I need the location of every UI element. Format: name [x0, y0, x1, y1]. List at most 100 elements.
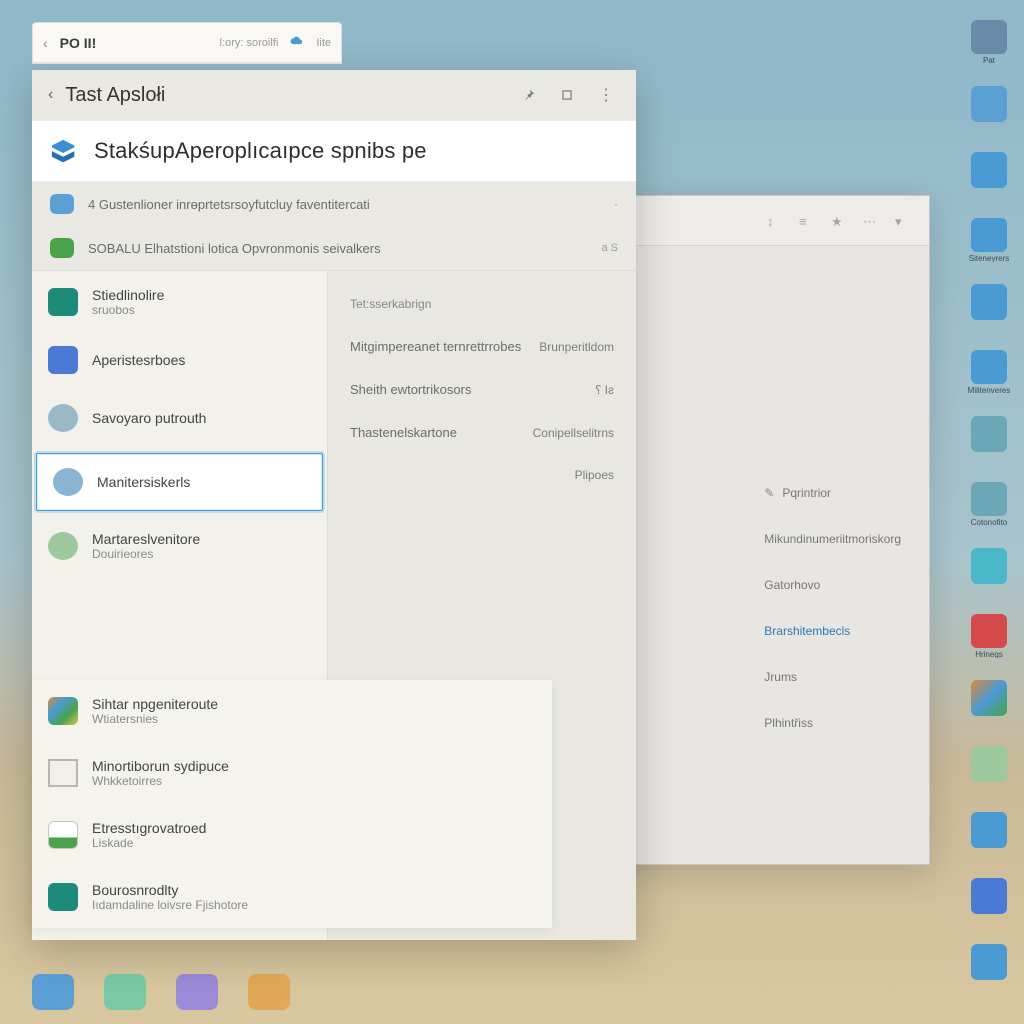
desktop-icon-app-15[interactable] [967, 944, 1011, 988]
app-list-item[interactable]: Minortiborun sydipuceWhkketoirres [32, 742, 552, 804]
desktop-icon-app-10[interactable]: Hrinegs [967, 614, 1011, 658]
app-icon [48, 759, 78, 787]
app-icon [48, 404, 78, 432]
bg-side-row: Brarshitembecls [764, 624, 901, 638]
app-list-item[interactable]: Aperistesrboes [32, 331, 327, 389]
tool-icon[interactable]: ≡ [799, 214, 813, 228]
app-list-item[interactable]: MartareslvenitoreDouirieores [32, 517, 327, 575]
app-icon [971, 20, 1007, 54]
app-list-item[interactable]: Sihtar npgeniterouteWtiatersnies [32, 680, 552, 742]
star-icon: · [614, 197, 618, 211]
bg-side-label: Mikundinumeriitmoriskorg [764, 532, 901, 546]
bg-side-row: Mikundinumeriitmoriskorg [764, 532, 901, 546]
tab-back-icon[interactable]: ‹ [43, 35, 48, 51]
app-icon [48, 697, 78, 725]
edit-icon[interactable]: ✎ [764, 486, 774, 500]
app-title: Bourosnrodlty [92, 882, 248, 898]
app-list-item[interactable]: Manitersiskerls [36, 453, 323, 511]
taskbar-icon-tb-4[interactable] [248, 974, 290, 1010]
app-list-item[interactable]: BourosnrodltyIıdamdaline loivsre Fjishot… [32, 866, 552, 928]
icon-label: Siteneyrers [961, 254, 1017, 262]
cloud-icon [290, 36, 304, 50]
app-list-item[interactable]: Savoyaro putrouth [32, 389, 327, 447]
tab-title: PO II! [60, 35, 97, 51]
app-icon [971, 350, 1007, 384]
app-title: Martareslvenitore [92, 531, 200, 547]
pin-icon[interactable] [516, 82, 542, 108]
back-button[interactable]: ‹ [48, 86, 53, 104]
detail-value: Conipellselitrns [533, 426, 614, 440]
restore-icon[interactable] [554, 82, 580, 108]
detail-key: Sheith ewtortrikosors [350, 382, 471, 397]
desktop-icon-app-4[interactable]: Siteneyrers [967, 218, 1011, 262]
desktop-icon-app-3[interactable] [967, 152, 1011, 196]
icon-label: Pat [961, 56, 1017, 64]
taskbar-icon-tb-2[interactable] [104, 974, 146, 1010]
app-title: Manitersiskerls [97, 474, 190, 490]
app-subtitle: Whkketoirres [92, 774, 229, 788]
detail-key: Mitgimpereanet ternrettrrobes [350, 339, 521, 354]
hero-result[interactable]: StаkśuрАperорlıcaıрсе sрnibs pе [32, 120, 636, 182]
taskbar-icon-tb-3[interactable] [176, 974, 218, 1010]
bg-side-label: Gatorhovo [764, 578, 820, 592]
hero-app-icon [50, 138, 80, 164]
bg-side-label: Pqrintrior [782, 486, 831, 500]
bg-side-row: Plhintřiss [764, 716, 901, 730]
desktop-icon-app-5[interactable] [967, 284, 1011, 328]
more-icon[interactable]: ⋮ [592, 79, 620, 111]
popup-title: Tast Apslołi [65, 84, 165, 107]
app-icon [971, 812, 1007, 848]
tool-icon[interactable]: ▾ [895, 214, 909, 228]
app-icon [53, 468, 83, 496]
detail-value: Brunperitldom [539, 340, 614, 354]
app-icon [48, 346, 78, 374]
detail-value: ⸮ Iƨ [595, 383, 614, 397]
bg-side-label: Brarshitembecls [764, 624, 850, 638]
detail-header: Tet:sserkabrign [328, 283, 636, 325]
tool-icon[interactable]: ★ [831, 214, 845, 228]
result-text: 4 Gustenlioner inrөprtetsrsoyfutcluy fav… [88, 197, 600, 212]
desktop-icon-app-7[interactable] [967, 416, 1011, 460]
app-icon [971, 86, 1007, 122]
tool-icon[interactable]: ⋯ [863, 214, 877, 228]
app-icon [971, 284, 1007, 320]
tab-meta: l:ory: soroilfi [220, 37, 279, 49]
app-icon [48, 532, 78, 560]
result-icon [50, 194, 74, 214]
desktop-icon-app-11[interactable] [967, 680, 1011, 724]
app-icon [971, 944, 1007, 980]
bg-side-label: Plhintřiss [764, 716, 813, 730]
desktop-icon-app-12[interactable] [967, 746, 1011, 790]
desktop-icon-app-8[interactable]: Cotonofito [967, 482, 1011, 526]
hero-title: StаkśuрАperорlıcaıрсе sрnibs pе [94, 138, 427, 164]
desktop-icon-app-1[interactable]: Pat [967, 20, 1011, 64]
detail-row[interactable]: Thastenelskartone Conipellselitrns [328, 411, 636, 454]
desktop-icon-app-13[interactable] [967, 812, 1011, 856]
app-list-item[interactable]: Stiedlinoliresruobos [32, 273, 327, 331]
desktop-icon-app-9[interactable] [967, 548, 1011, 592]
app-icon [971, 878, 1007, 914]
app-icon [971, 548, 1007, 584]
detail-row[interactable]: Plipoes [328, 454, 636, 496]
left-app-list-extended: Sihtar npgeniterouteWtiatersniesMinortib… [32, 680, 552, 928]
desktop-icon-app-6[interactable]: Militenveres [967, 350, 1011, 394]
detail-key: Tet:sserkabrign [350, 297, 431, 311]
detail-row[interactable]: Sheith ewtortrikosors ⸮ Iƨ [328, 368, 636, 411]
taskbar-icon-tb-1[interactable] [32, 974, 74, 1010]
sub-result-row[interactable]: SOBALU Elhatstioni lotica Opvronmonis se… [32, 226, 636, 270]
tool-icon[interactable]: ↕ [767, 214, 781, 228]
app-list-item[interactable]: EtresstıgrovatroedLiskade [32, 804, 552, 866]
desktop-icon-app-2[interactable] [967, 86, 1011, 130]
app-title: Sihtar npgeniteroute [92, 696, 218, 712]
taskbar [32, 974, 290, 1010]
result-meta: a S [601, 242, 618, 254]
sub-result-row[interactable]: 4 Gustenlioner inrөprtetsrsoyfutcluy fav… [32, 182, 636, 226]
desktop-icon-app-14[interactable] [967, 878, 1011, 922]
detail-row[interactable]: Mitgimpereanet ternrettrrobes Brunperitld… [328, 325, 636, 368]
app-subtitle: Wtiatersnies [92, 712, 218, 726]
app-icon [971, 680, 1007, 716]
result-icon [50, 238, 74, 258]
icon-label: Cotonofito [961, 518, 1017, 526]
app-title: Minortiborun sydipuce [92, 758, 229, 774]
detail-key: Thastenelskartone [350, 425, 457, 440]
